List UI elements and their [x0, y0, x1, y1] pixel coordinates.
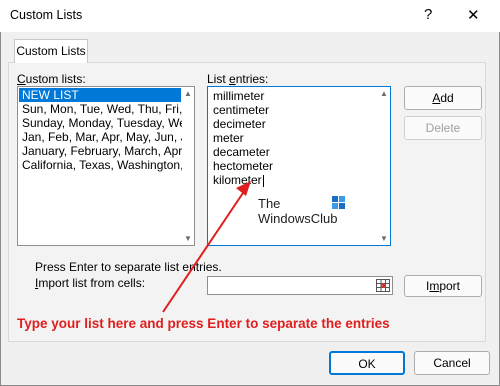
- cancel-button[interactable]: Cancel: [414, 351, 490, 375]
- annotation-arrow-line: [162, 186, 248, 313]
- ok-button[interactable]: OK: [329, 351, 405, 375]
- annotation-text: Type your list here and press Enter to s…: [17, 316, 390, 331]
- annotation-arrowhead: [236, 181, 251, 196]
